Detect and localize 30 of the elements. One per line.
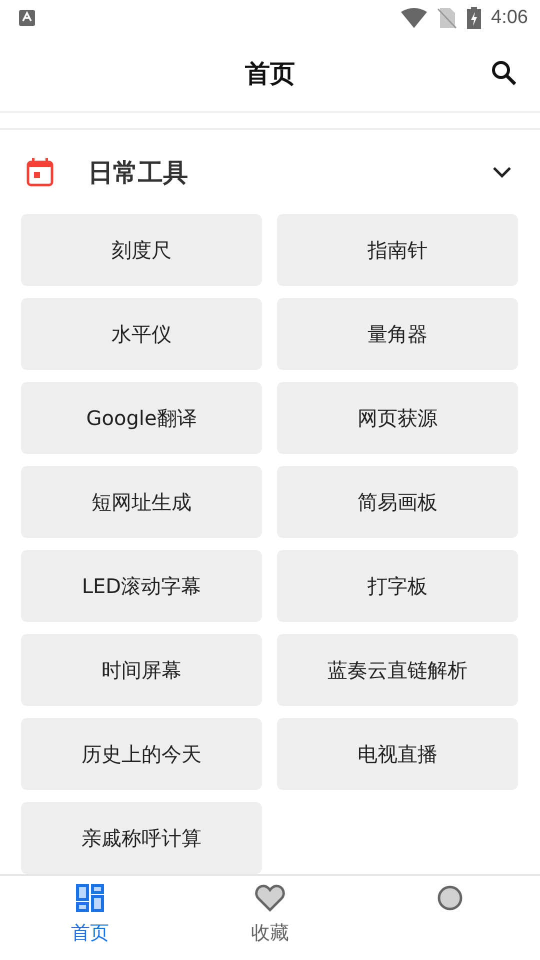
tool-button[interactable]: 量角器 xyxy=(277,298,518,370)
tool-button[interactable]: 简易画板 xyxy=(277,466,518,538)
nav-tab[interactable]: 首页 xyxy=(0,876,180,960)
calendar-icon xyxy=(26,157,54,187)
tool-button[interactable]: 指南针 xyxy=(277,214,518,286)
no-sim-icon xyxy=(437,7,458,29)
wifi-icon xyxy=(401,8,428,28)
dashboard-icon xyxy=(76,884,104,912)
chevron-down-icon[interactable] xyxy=(492,166,512,178)
tool-button[interactable]: 水平仪 xyxy=(21,298,262,370)
tool-button[interactable]: 网页获源 xyxy=(277,382,518,454)
section-title: 日常工具 xyxy=(88,156,189,188)
tool-button[interactable]: LED滚动字幕 xyxy=(21,550,262,622)
tool-button[interactable]: 蓝奏云直链解析 xyxy=(277,634,518,706)
circle-icon xyxy=(436,884,464,912)
tool-button[interactable]: Google翻译 xyxy=(21,382,262,454)
tool-button[interactable]: 打字板 xyxy=(277,550,518,622)
heart-icon xyxy=(255,884,285,912)
tool-button[interactable]: 历史上的今天 xyxy=(21,718,262,790)
tool-button[interactable]: 短网址生成 xyxy=(21,466,262,538)
keyboard-notification-icon xyxy=(19,10,35,26)
battery-charging-icon xyxy=(467,7,482,29)
search-icon[interactable] xyxy=(491,60,517,86)
nav-tab[interactable]: 收藏 xyxy=(180,876,360,960)
tool-button[interactable]: 亲戚称呼计算 xyxy=(21,802,262,874)
page-title: 首页 xyxy=(245,58,295,90)
status-time: 4:06 xyxy=(491,7,528,29)
tool-button[interactable]: 时间屏幕 xyxy=(21,634,262,706)
tool-button[interactable]: 刻度尺 xyxy=(21,214,262,286)
tool-button[interactable]: 电视直播 xyxy=(277,718,518,790)
